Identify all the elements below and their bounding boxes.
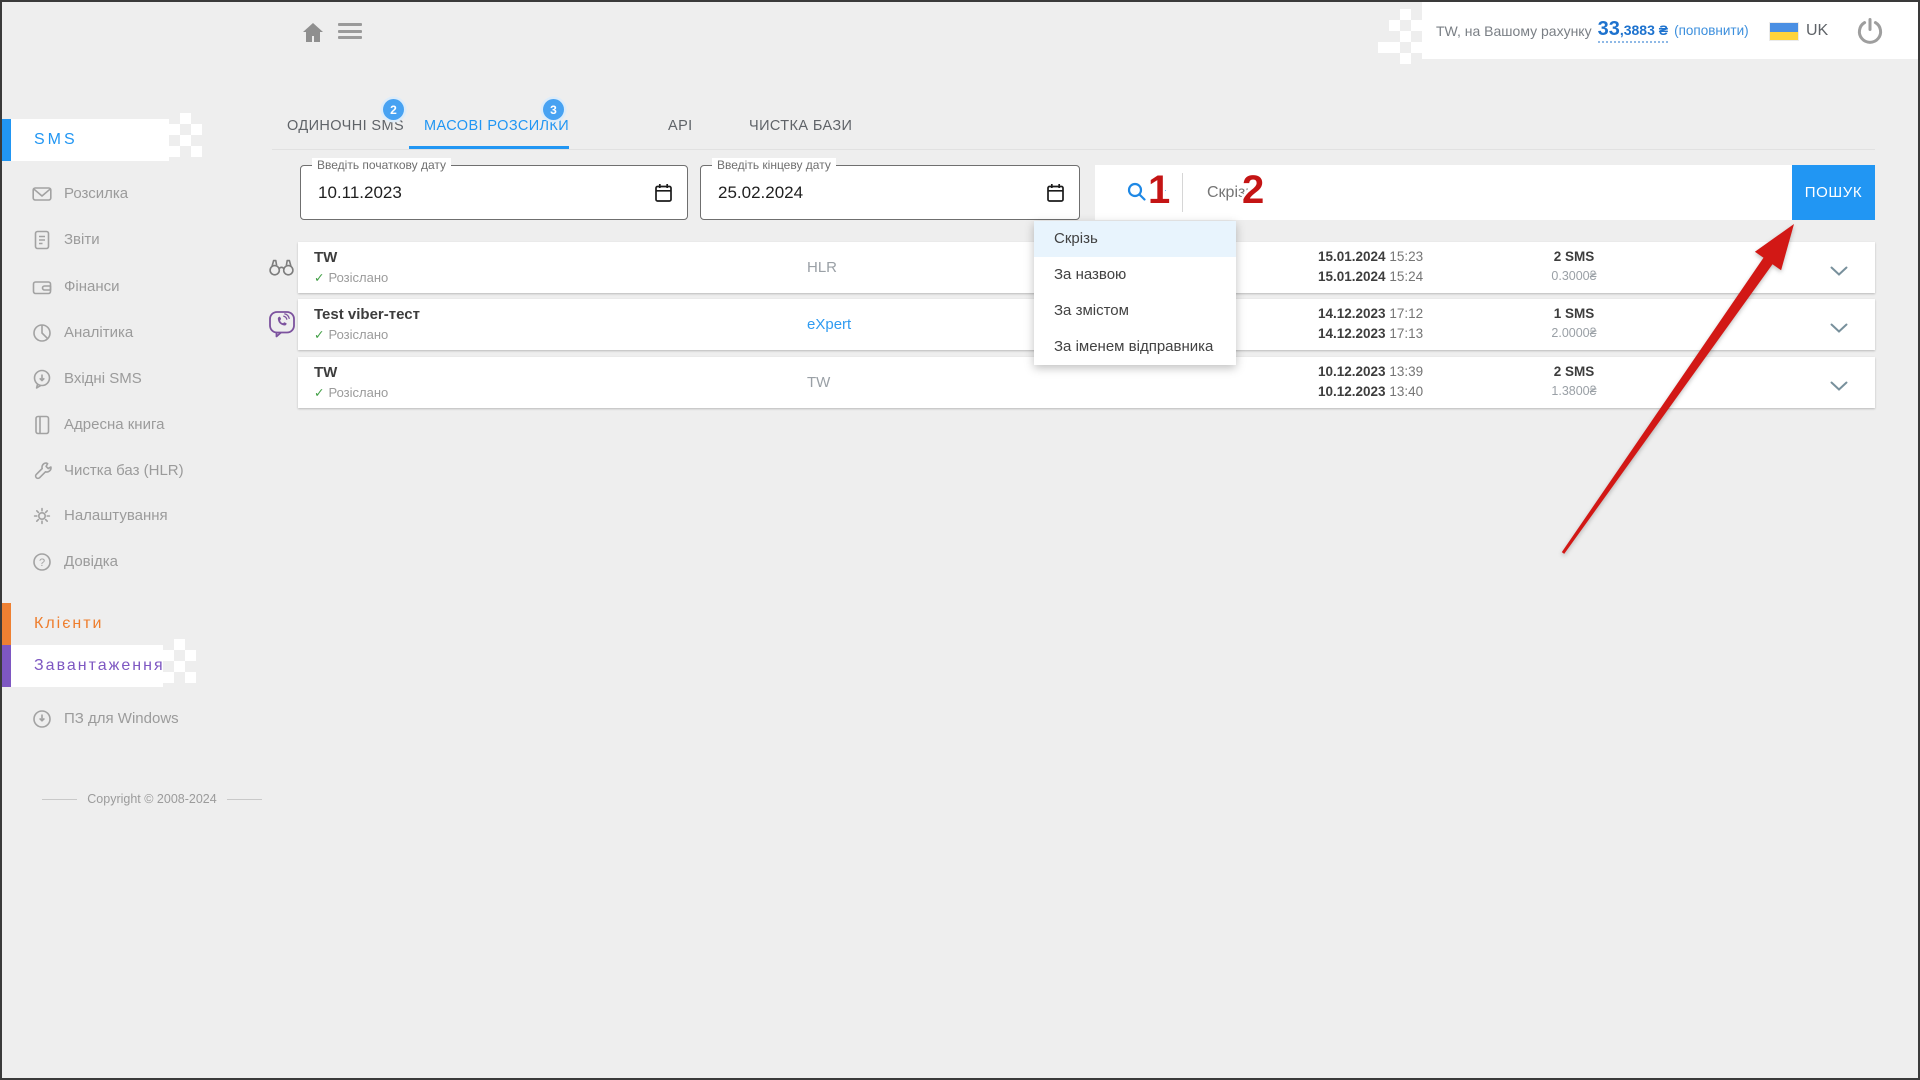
sms-price: 1.3800₴ (1526, 384, 1622, 398)
logout-button[interactable] (1855, 16, 1885, 46)
sidebar-item-rozsylka[interactable]: Розсилка (2, 171, 232, 217)
start-datetime: 15.01.2024 15:23 (1318, 249, 1423, 264)
sent-check-icon: ✓ (314, 271, 324, 285)
annotation-step-1: 1 (1148, 170, 1170, 210)
sidebar-section-downloads[interactable]: Завантаження (11, 645, 163, 687)
dropdown-item-skriz[interactable]: Скрізь (1034, 221, 1236, 257)
sms-web-app: TW, на Вашому рахунку 33,3883 ₴ (поповни… (0, 0, 1920, 1080)
tab-api[interactable]: API (668, 106, 693, 149)
sidebar-section-sms[interactable]: SMS (11, 119, 169, 161)
sidebar-item-adresna-knyha[interactable]: Адресна книга (2, 402, 232, 448)
date-to-value[interactable]: 25.02.2024 (718, 166, 803, 219)
envelope-icon (32, 184, 52, 204)
end-datetime: 15.01.2024 15:24 (1318, 269, 1423, 284)
sidebar-item-nalashtuvannia[interactable]: Налаштування (2, 493, 232, 539)
sms-count: 2 SMS (1526, 249, 1622, 264)
search-box (1095, 165, 1792, 220)
sidebar-item-vhidni-sms[interactable]: Вхідні SMS (2, 356, 232, 402)
report-icon (32, 230, 52, 250)
language-selector[interactable]: UK (1806, 2, 1828, 59)
copyright: Copyright © 2008-2024 (42, 792, 262, 806)
expand-chevron-icon[interactable] (1830, 263, 1848, 273)
help-icon: ? (32, 552, 52, 572)
calendar-icon[interactable] (1046, 183, 1065, 203)
svg-text:?: ? (39, 557, 45, 569)
balance-amount[interactable]: 33,3883 ₴ (1598, 19, 1669, 43)
downloads-section-bar (2, 645, 11, 687)
sender-name: HLR (807, 242, 837, 293)
dropdown-item-za-zmistom[interactable]: За змістом (1034, 293, 1236, 329)
sms-price: 0.3000₴ (1526, 269, 1622, 283)
expand-chevron-icon[interactable] (1830, 320, 1848, 330)
sidebar-item-zvity[interactable]: Звіти (2, 217, 232, 263)
binoculars-icon (268, 257, 295, 282)
start-datetime: 10.12.2023 13:39 (1318, 364, 1423, 379)
account-balance: TW, на Вашому рахунку 33,3883 ₴ (поповни… (1436, 2, 1749, 59)
hamburger-icon (338, 23, 362, 26)
wrench-icon (32, 461, 52, 481)
annotation-step-2: 2 (1242, 170, 1264, 210)
campaign-title: TW (314, 249, 337, 266)
dropdown-item-za-nazvoyu[interactable]: За назвою (1034, 257, 1236, 293)
pie-chart-icon (32, 323, 52, 343)
sidebar-item-finansy[interactable]: Фінанси (2, 264, 232, 310)
sender-name: TW (807, 357, 830, 408)
tab-chystka-bazy[interactable]: ЧИСТКА БАЗИ (749, 106, 852, 149)
search-icon (1125, 180, 1149, 204)
date-from-field[interactable]: Введіть початкову дату 10.11.2023 (300, 165, 688, 220)
sidebar-item-dovidka[interactable]: ? Довідка (2, 539, 232, 585)
topup-link[interactable]: (поповнити) (1674, 23, 1749, 38)
start-datetime: 14.12.2023 17:12 (1318, 306, 1423, 321)
hamburger-menu-button[interactable] (338, 23, 362, 43)
account-label: TW, на Вашому рахунку (1436, 23, 1592, 39)
expand-chevron-icon[interactable] (1830, 378, 1848, 388)
sms-price: 2.0000₴ (1526, 326, 1622, 340)
home-button[interactable] (300, 20, 326, 46)
tabs-divider (272, 149, 1875, 150)
viber-icon (268, 310, 296, 343)
dropdown-item-za-imenem[interactable]: За іменем відправника (1034, 329, 1236, 365)
sms-section-active-bar (2, 119, 11, 161)
active-tab-underline (409, 146, 569, 149)
annotation-arrow (2, 2, 1920, 1080)
search-mode-dropdown: Скрізь За назвою За змістом За іменем ві… (1034, 221, 1236, 365)
search-input[interactable] (1183, 165, 1802, 220)
gear-icon (32, 506, 52, 526)
sms-count: 1 SMS (1526, 306, 1622, 321)
sender-name-link[interactable]: eXpert (807, 299, 851, 350)
campaign-status: ✓Розіслано (314, 385, 388, 400)
campaign-status: ✓Розіслано (314, 327, 388, 342)
sidebar-item-chystka-baz[interactable]: Чистка баз (HLR) (2, 448, 232, 494)
search-button[interactable]: ПОШУК (1792, 165, 1875, 220)
sms-count: 2 SMS (1526, 364, 1622, 379)
sidebar-item-analityka[interactable]: Аналітика (2, 310, 232, 356)
power-icon (1855, 16, 1885, 46)
address-book-icon (32, 415, 52, 435)
clients-section-bar (2, 603, 11, 645)
tab-masovi-rozsylky-badge: 3 (543, 99, 564, 120)
date-to-field[interactable]: Введіть кінцеву дату 25.02.2024 (700, 165, 1080, 220)
end-datetime: 10.12.2023 13:40 (1318, 384, 1423, 399)
tab-odynochni-sms-badge: 2 (383, 99, 404, 120)
sent-check-icon: ✓ (314, 328, 324, 342)
campaign-title: Test viber-тест (314, 306, 420, 323)
inbox-bubble-icon (32, 369, 52, 389)
date-from-value[interactable]: 10.11.2023 (318, 166, 402, 219)
campaign-status: ✓Розіслано (314, 270, 388, 285)
download-icon (32, 709, 52, 729)
home-icon (300, 20, 326, 46)
end-datetime: 14.12.2023 17:13 (1318, 326, 1423, 341)
calendar-icon[interactable] (654, 183, 673, 203)
sent-check-icon: ✓ (314, 386, 324, 400)
campaign-title: TW (314, 364, 337, 381)
ukraine-flag-icon[interactable] (1770, 23, 1798, 40)
sidebar-item-windows-app[interactable]: ПЗ для Windows (2, 696, 232, 742)
wallet-icon (32, 277, 52, 297)
